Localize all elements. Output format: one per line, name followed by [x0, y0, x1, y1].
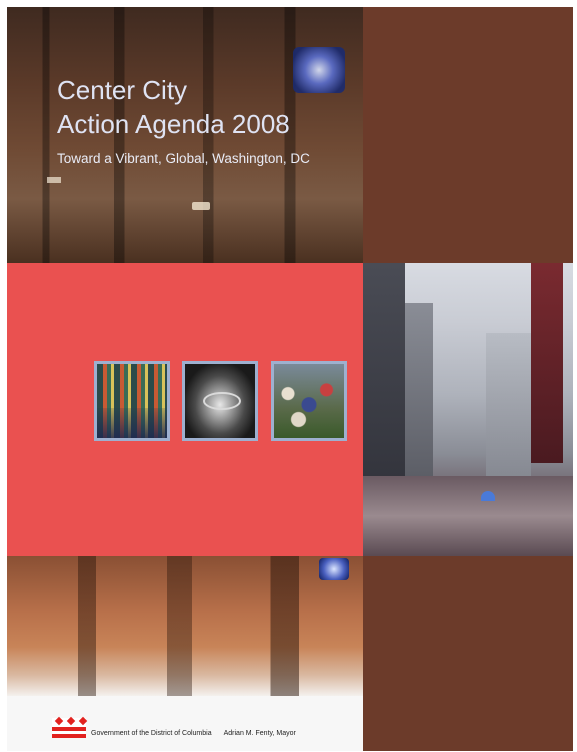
building [486, 333, 531, 493]
screen-glow [293, 47, 345, 93]
page-title: Center City Action Agenda 2008 [57, 73, 290, 141]
title-line-2: Action Agenda 2008 [57, 109, 290, 139]
page-subtitle: Toward a Vibrant, Global, Washington, DC [57, 151, 310, 166]
flag-star [54, 716, 64, 726]
mayor-name: Adrian M. Fenty, Mayor [223, 730, 296, 737]
government-name: Government of the District of Columbia [91, 730, 212, 737]
thumbnail-photo-facade [94, 361, 170, 441]
church-spire [531, 263, 563, 463]
flag-bar [52, 727, 86, 731]
thumbnail-photo-arena [182, 361, 258, 441]
wet-street [363, 476, 573, 556]
red-band [7, 263, 363, 556]
footer-credit: Government of the District of Columbia Ad… [91, 730, 296, 737]
brown-panel-bottom [363, 556, 573, 751]
screen-glow [319, 558, 349, 580]
report-cover: Center City Action Agenda 2008 Toward a … [7, 7, 573, 751]
top-photo-interior: Center City Action Agenda 2008 Toward a … [7, 7, 363, 263]
flag-star [78, 716, 88, 726]
flag-bar [52, 734, 86, 738]
thumbnail-photo-crowd [271, 361, 347, 441]
building [405, 303, 433, 503]
street-photo [363, 263, 573, 556]
umbrella [481, 491, 495, 501]
brown-panel-top [363, 7, 573, 263]
lamp [192, 202, 210, 210]
title-line-1: Center City [57, 75, 188, 105]
dc-flag-icon [52, 716, 88, 738]
lamp [47, 177, 61, 183]
footer: Government of the District of Columbia Ad… [7, 696, 363, 751]
flag-star [66, 716, 76, 726]
bottom-photo-interior [7, 556, 363, 696]
